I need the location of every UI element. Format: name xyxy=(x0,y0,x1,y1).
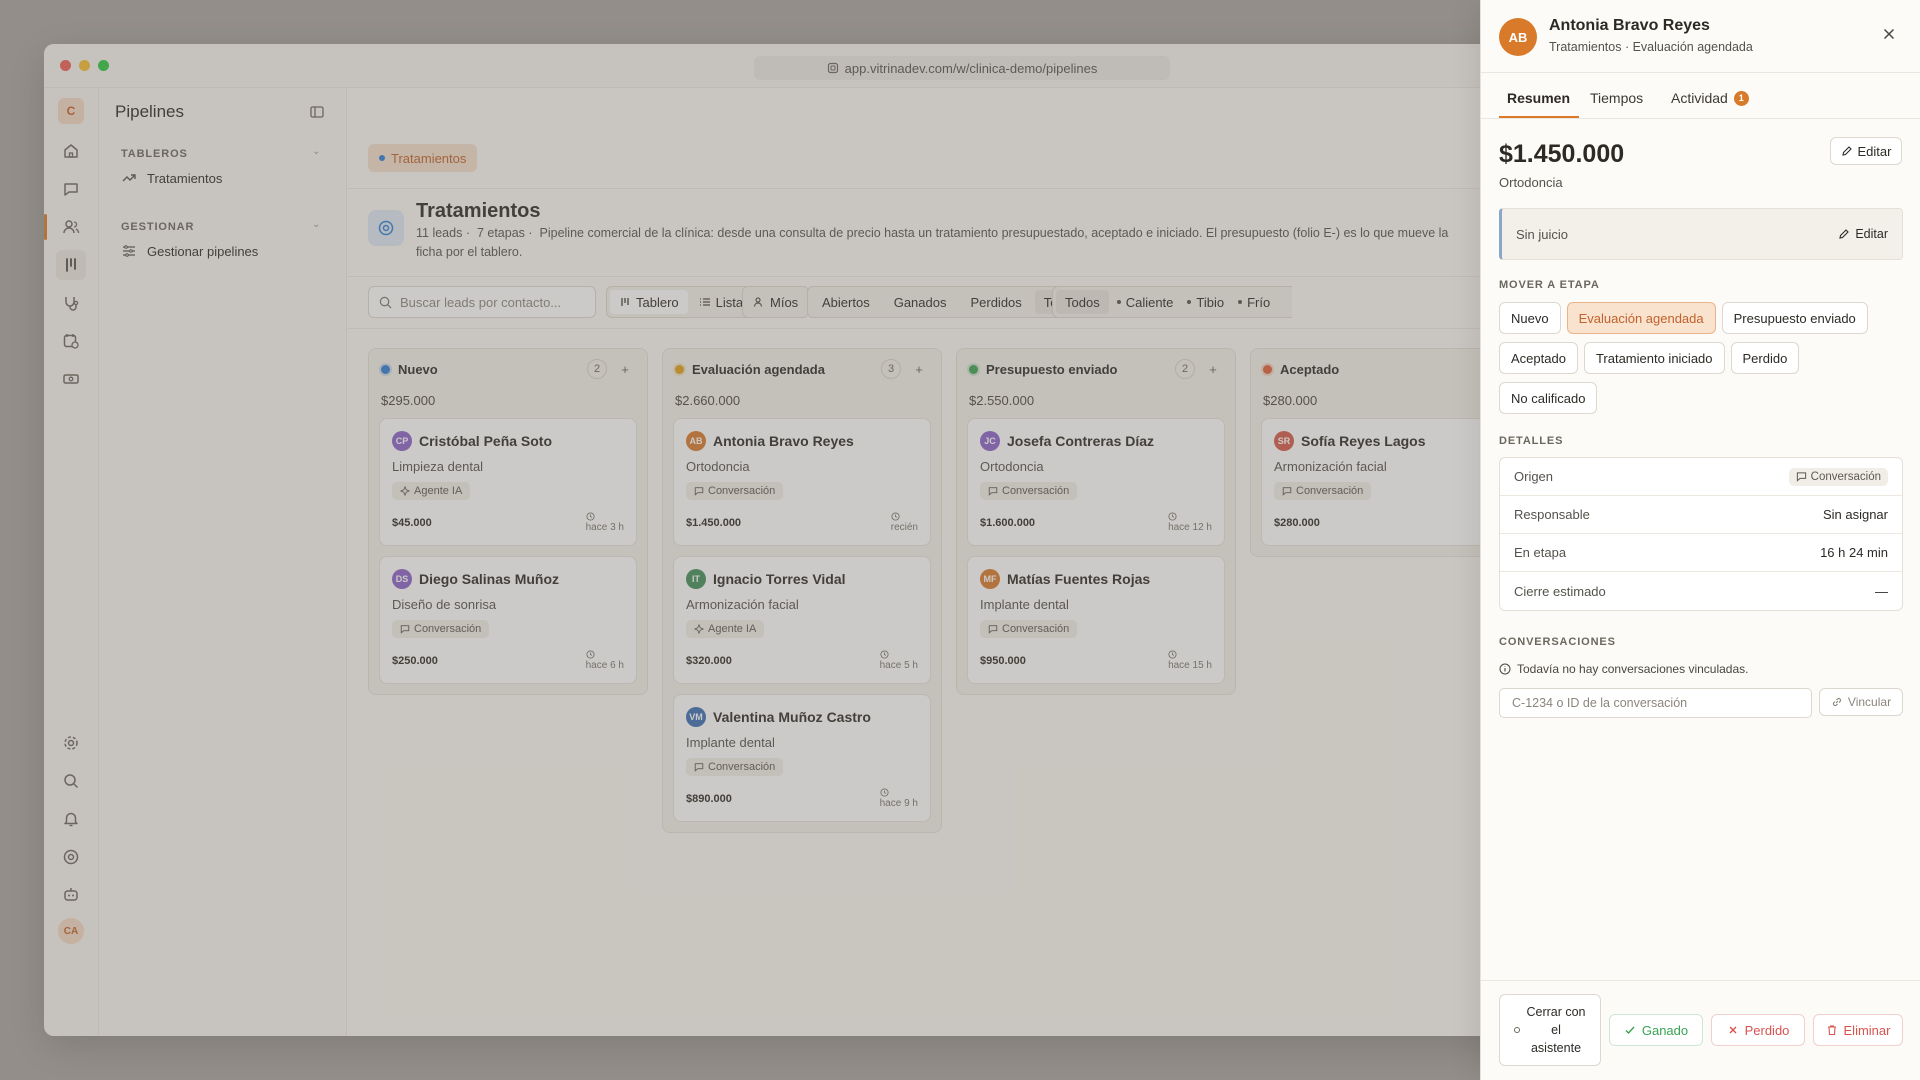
conversations-empty: Todavía no hay conversaciones vinculadas… xyxy=(1499,662,1748,676)
conversations-empty-text: Todavía no hay conversaciones vinculadas… xyxy=(1517,662,1749,676)
delete-label: Eliminar xyxy=(1843,1022,1891,1038)
stage-button[interactable]: No calificado xyxy=(1499,382,1598,414)
details-title: DETALLES xyxy=(1499,435,1564,447)
trash-icon xyxy=(1827,1025,1836,1036)
close-icon[interactable] xyxy=(1881,26,1897,42)
pencil-icon xyxy=(1841,146,1852,156)
detail-row-etapa: En etapa 16 h 24 min xyxy=(1500,534,1902,572)
tab-tiempos[interactable]: Tiempos xyxy=(1590,90,1643,106)
won-button[interactable]: Ganado xyxy=(1609,1014,1703,1046)
stage-button[interactable]: Perdido xyxy=(1730,342,1800,374)
stage-button[interactable]: Nuevo xyxy=(1499,302,1561,334)
detail-row-origen: Origen Conversación xyxy=(1500,458,1902,496)
x-icon xyxy=(1729,1026,1737,1034)
lost-label: Perdido xyxy=(1744,1022,1790,1038)
link-icon xyxy=(1832,697,1841,707)
link-conversation-button[interactable]: Vincular xyxy=(1819,688,1903,716)
tab-resumen[interactable]: Resumen xyxy=(1507,90,1570,106)
move-stage-title: MOVER A ETAPA xyxy=(1499,279,1600,291)
edit-label: Editar xyxy=(1855,227,1888,241)
modal-overlay[interactable] xyxy=(0,0,1480,1080)
check-icon xyxy=(1625,1026,1635,1035)
tab-actividad[interactable]: Actividad 1 xyxy=(1671,90,1749,106)
conversation-id-input[interactable]: C-1234 o ID de la conversación xyxy=(1499,688,1812,718)
lead-subtitle: Tratamientos · Evaluación agendada xyxy=(1549,40,1753,54)
conversation-id-placeholder: C-1234 o ID de la conversación xyxy=(1512,696,1688,710)
close-with-assistant-button[interactable]: Cerrar con el asistente xyxy=(1499,994,1601,1066)
stage-button[interactable]: Aceptado xyxy=(1499,342,1578,374)
detail-label: En etapa xyxy=(1514,545,1567,560)
detail-value: 16 h 24 min xyxy=(1820,545,1888,560)
judgement-text: Sin juicio xyxy=(1516,226,1569,242)
judgement-box: Sin juicio Editar xyxy=(1499,208,1903,260)
sparkle-icon xyxy=(1514,1027,1520,1033)
link-label: Vincular xyxy=(1847,695,1892,709)
detail-value[interactable]: Sin asignar xyxy=(1823,507,1888,522)
assistant-label: Cerrar con el asistente xyxy=(1526,1005,1586,1055)
stage-buttons: Nuevo Evaluación agendada Presupuesto envi… xyxy=(1499,302,1909,422)
chat-icon xyxy=(1796,472,1806,482)
detail-row-responsable: Responsable Sin asignar xyxy=(1500,496,1902,534)
lead-name: Antonia Bravo Reyes xyxy=(1549,17,1710,34)
detail-label: Responsable xyxy=(1514,507,1590,522)
detail-value[interactable]: — xyxy=(1875,584,1888,599)
stage-button[interactable]: Presupuesto enviado xyxy=(1721,302,1868,334)
lead-avatar: AB xyxy=(1499,18,1537,56)
origin-tag: Conversación xyxy=(1788,467,1888,486)
info-icon xyxy=(1499,663,1511,675)
edit-judgement-button[interactable]: Editar xyxy=(1838,227,1888,241)
won-label: Ganado xyxy=(1641,1022,1689,1038)
lost-button[interactable]: Perdido xyxy=(1711,1014,1805,1046)
conversations-title: CONVERSACIONES xyxy=(1499,636,1616,648)
detail-row-cierre: Cierre estimado — xyxy=(1500,572,1902,610)
activity-badge: 1 xyxy=(1733,90,1749,106)
lead-treatment: Ortodoncia xyxy=(1499,175,1563,190)
detail-label: Cierre estimado xyxy=(1514,583,1606,599)
lead-amount: $1.450.000 xyxy=(1499,140,1625,168)
tab-actividad-label: Actividad xyxy=(1671,90,1728,106)
delete-button[interactable]: Eliminar xyxy=(1813,1014,1903,1046)
detail-value: Conversación xyxy=(1810,470,1881,483)
pencil-icon xyxy=(1839,229,1850,239)
lead-detail-panel: AB Antonia Bravo Reyes Tratamientos · Ev… xyxy=(1480,0,1920,1080)
stage-button[interactable]: Tratamiento iniciado xyxy=(1583,342,1725,374)
details-table: Origen Conversación Responsable Sin asign… xyxy=(1499,457,1903,611)
edit-label: Editar xyxy=(1857,143,1892,159)
stage-button[interactable]: Evaluación agendada xyxy=(1566,302,1716,334)
edit-amount-button[interactable]: Editar xyxy=(1830,137,1902,165)
detail-label: Origen xyxy=(1514,469,1554,484)
